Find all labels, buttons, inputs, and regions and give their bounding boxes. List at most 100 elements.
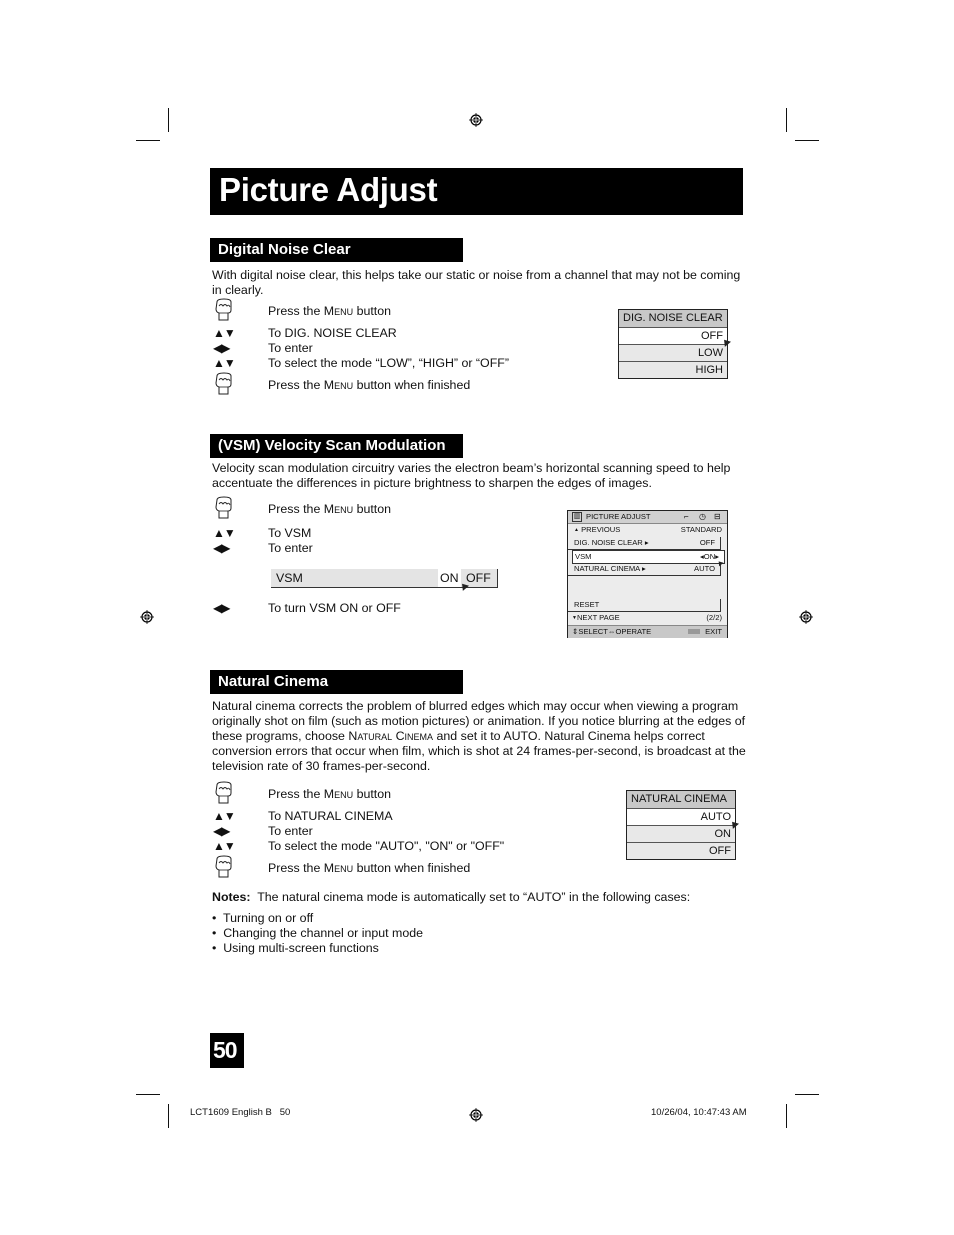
nc-bullet-list: • Turning on or off • Changing the chann… (212, 911, 423, 956)
osd-header: DIG. NOISE CLEAR (619, 310, 727, 327)
osd-item-value: OFF (699, 538, 715, 547)
osd-next-page: NEXT PAGE (576, 613, 620, 622)
step-text: To turn VSM ON or OFF (268, 601, 401, 615)
step-text: To NATURAL CINEMA (268, 809, 393, 823)
bullet-text: Using multi-screen functions (223, 941, 379, 955)
osd-item[interactable]: NATURAL CINEMA ▸ AUTO (568, 563, 721, 576)
osd-footer-operate: OPERATE (615, 627, 652, 636)
step-text: Press the Menu button when finished (268, 861, 471, 875)
menu-key-icon (688, 629, 700, 634)
osd-reset[interactable]: RESET (568, 599, 721, 612)
dnc-description: With digital noise clear, this helps tak… (212, 268, 741, 297)
step-text: To enter (268, 341, 313, 355)
footer-left: LCT1609 English B 50 (190, 1107, 291, 1118)
osd-footer-exit: EXIT (705, 627, 722, 636)
crop-mark (168, 1104, 169, 1128)
step-text: To VSM (268, 526, 312, 540)
left-right-arrows-icon: ◀▶ (213, 541, 230, 555)
dnc-osd-menu: DIG. NOISE CLEAR OFF LOW HIGH (618, 309, 728, 379)
bullet-text: Turning on or off (223, 911, 314, 925)
vsm-bar-label: VSM (276, 571, 303, 585)
hand-press-icon (213, 298, 235, 322)
registration-mark-icon (469, 113, 483, 127)
crop-mark (168, 108, 169, 132)
crop-mark (786, 108, 787, 132)
tv-icon: ▥ (572, 512, 582, 522)
hand-press-icon (213, 496, 235, 520)
crop-mark (136, 140, 160, 141)
hand-press-icon (213, 781, 235, 805)
vsm-on-option[interactable]: ON (438, 569, 461, 587)
step-text: To select the mode “LOW”, “HIGH” or “OFF… (268, 356, 509, 370)
crop-mark (136, 1094, 160, 1095)
osd-footer-select: SELECT (578, 627, 608, 636)
osd-previous-value: STANDARD (680, 525, 722, 534)
section-heading-nc: Natural Cinema (210, 670, 463, 694)
step-text: To enter (268, 824, 313, 838)
osd-title-row: ▥ PICTURE ADJUST ⌐ ◷ ⊟ (568, 511, 727, 524)
registration-mark-icon (469, 1108, 483, 1122)
text-run-smallcaps: Natural Cinema (348, 729, 434, 743)
osd-title: PICTURE ADJUST (586, 512, 651, 521)
leftright-icon: ⇔ (607, 627, 616, 636)
osd-item-label: NATURAL CINEMA (574, 564, 640, 573)
section-heading-dnc: Digital Noise Clear (210, 238, 463, 262)
bullet-item: • Changing the channel or input mode (212, 926, 424, 940)
step-text: Press the Menu button (268, 304, 392, 318)
osd-option[interactable]: ON (627, 825, 735, 842)
nc-description: Natural cinema corrects the problem of b… (212, 699, 752, 774)
left-right-arrows-icon: ◀▶ (213, 824, 230, 838)
clock-icon: ◷ (699, 512, 706, 521)
page-number: 50 (213, 1037, 238, 1063)
left-right-arrows-icon: ◀▶ (213, 341, 230, 355)
section-heading-text: Digital Noise Clear (218, 241, 351, 258)
step-text: To select the mode "AUTO", "ON" or "OFF" (268, 839, 505, 853)
picture-adjust-osd-menu: ▥ PICTURE ADJUST ⌐ ◷ ⊟ ▲ PREVIOUS STANDA… (567, 510, 728, 638)
crop-mark (795, 1094, 819, 1095)
left-right-arrows-icon: ◀▶ (213, 601, 230, 615)
osd-item-label: VSM (575, 552, 592, 561)
step-text: To enter (268, 541, 313, 555)
step-text: Press the Menu button (268, 787, 392, 801)
osd-previous-row[interactable]: ▲ PREVIOUS STANDARD (568, 524, 727, 536)
bullet-text: Changing the channel or input mode (223, 926, 424, 940)
notes-text: The natural cinema mode is automatically… (250, 890, 691, 904)
osd-previous-label: PREVIOUS (581, 525, 621, 534)
up-down-arrows-icon: ▲▼ (213, 809, 236, 823)
osd-next-page-row[interactable]: ▼NEXT PAGE (2/2) (568, 612, 727, 624)
crop-mark (795, 140, 819, 141)
section-heading-vsm: (VSM) Velocity Scan Modulation (210, 434, 463, 458)
vsm-description: Velocity scan modulation circuitry varie… (212, 461, 731, 490)
osd-option[interactable]: AUTO (627, 808, 735, 825)
bullet-item: • Using multi-screen functions (212, 941, 379, 955)
osd-option[interactable]: OFF (619, 327, 727, 344)
osd-footer: ⇕SELECT⇔OPERATE EXIT (568, 625, 727, 638)
lock-icon: ⊟ (714, 512, 721, 521)
step-text: Press the Menu button (268, 502, 392, 516)
osd-option[interactable]: LOW (619, 344, 727, 361)
nc-osd-menu: NATURAL CINEMA AUTO ON OFF (626, 790, 736, 860)
osd-header: NATURAL CINEMA (627, 791, 735, 808)
up-down-arrows-icon: ▲▼ (213, 526, 236, 540)
vsm-off-option[interactable]: OFF (466, 571, 491, 585)
osd-item[interactable]: DIG. NOISE CLEAR ▸ OFF (568, 537, 721, 550)
osd-item-selected[interactable]: VSM ◂ON▸ (572, 550, 725, 564)
osd-page-indicator: (2/2) (706, 613, 722, 622)
osd-item-value: ON (703, 552, 716, 561)
up-down-arrows-icon: ▲▼ (213, 839, 236, 853)
step-text: To DIG. NOISE CLEAR (268, 326, 397, 340)
up-down-arrows-icon: ▲▼ (213, 326, 236, 340)
up-arrow-icon: ▲ (574, 527, 579, 533)
folder-icon: ⌐ (684, 512, 689, 521)
osd-reset-label: RESET (574, 600, 600, 609)
page-number-box: 50 (210, 1033, 244, 1068)
hand-press-icon (213, 372, 235, 396)
footer-right: 10/26/04, 10:47:43 AM (651, 1107, 747, 1118)
page-title-bar: Picture Adjust (210, 168, 743, 215)
section-heading-text: (VSM) Velocity Scan Modulation (218, 437, 446, 454)
osd-option[interactable]: HIGH (619, 361, 727, 378)
hand-press-icon (213, 855, 235, 879)
notes-label: Notes: (212, 890, 251, 904)
osd-option[interactable]: OFF (627, 842, 735, 859)
osd-item-label: DIG. NOISE CLEAR (574, 538, 643, 547)
